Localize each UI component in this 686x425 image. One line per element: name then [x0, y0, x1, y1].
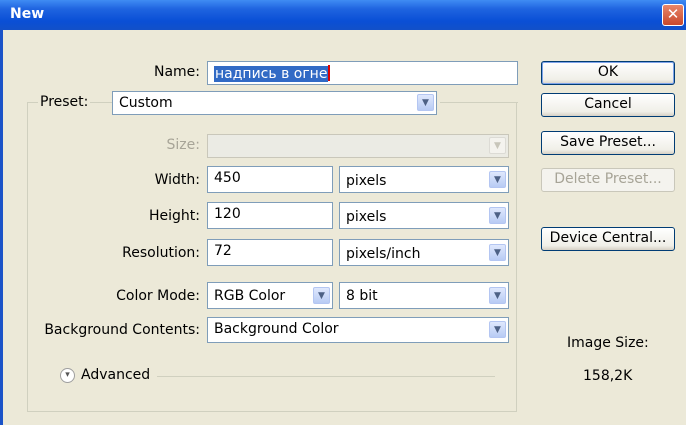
close-button[interactable]: ✕: [662, 4, 684, 26]
text-cursor: [328, 65, 331, 81]
size-select: ▼: [207, 134, 509, 158]
resolution-label: Resolution:: [122, 245, 200, 261]
device-central-button[interactable]: Device Central...: [541, 227, 675, 251]
width-unit: pixels: [346, 173, 387, 189]
color-mode-label: Color Mode:: [116, 288, 200, 304]
chevron-down-icon[interactable]: ▼: [489, 171, 506, 188]
name-input[interactable]: надпись в огне: [207, 61, 518, 85]
chevron-down-icon[interactable]: ▼: [489, 287, 506, 304]
image-size-value: 158,2K: [583, 368, 633, 384]
resolution-value: 72: [214, 243, 232, 259]
name-value: надпись в огне: [214, 66, 329, 82]
name-label: Name:: [153, 64, 200, 80]
size-label: Size:: [166, 137, 200, 153]
chevron-down-icon[interactable]: ▼: [417, 94, 434, 111]
height-value: 120: [214, 206, 241, 222]
bit-depth-value: 8 bit: [346, 288, 378, 304]
close-icon: ✕: [666, 5, 680, 23]
cancel-button[interactable]: Cancel: [541, 93, 675, 117]
width-label: Width:: [154, 172, 200, 188]
chevron-down-icon[interactable]: ▼: [313, 287, 330, 304]
title-bar: New ✕: [0, 0, 686, 30]
chevron-down-icon[interactable]: ▼: [489, 244, 506, 261]
height-unit: pixels: [346, 209, 387, 225]
chevron-down-icon: ▼: [489, 137, 506, 154]
preset-label-box: Preset:: [38, 94, 91, 112]
ok-button[interactable]: OK: [541, 61, 675, 85]
preset-value: Custom: [119, 95, 173, 111]
delete-preset-button: Delete Preset...: [541, 168, 675, 192]
preset-label: Preset:: [40, 94, 89, 110]
width-input[interactable]: 450: [207, 166, 333, 193]
chevron-down-icon[interactable]: ▼: [489, 207, 506, 224]
height-unit-select[interactable]: pixels ▼: [339, 202, 509, 229]
advanced-toggle-icon[interactable]: ▾: [60, 368, 75, 383]
image-size-label: Image Size:: [567, 335, 649, 351]
height-input[interactable]: 120: [207, 202, 333, 229]
group-top-border: [440, 102, 518, 103]
resolution-unit-select[interactable]: pixels/inch ▼: [339, 239, 509, 266]
color-mode-select[interactable]: RGB Color ▼: [207, 282, 333, 309]
advanced-label[interactable]: Advanced: [81, 367, 150, 383]
color-mode-value: RGB Color: [214, 288, 286, 304]
background-contents-label: Background Contents:: [44, 322, 200, 338]
width-value: 450: [214, 170, 241, 186]
resolution-unit: pixels/inch: [346, 246, 421, 262]
chevron-down-icon[interactable]: ▼: [489, 321, 506, 338]
advanced-divider: [157, 376, 495, 377]
background-contents-select[interactable]: Background Color ▼: [207, 317, 509, 343]
resolution-input[interactable]: 72: [207, 239, 333, 266]
width-unit-select[interactable]: pixels ▼: [339, 166, 509, 193]
save-preset-button[interactable]: Save Preset...: [541, 131, 675, 155]
window-title: New: [10, 6, 45, 22]
height-label: Height:: [149, 208, 200, 224]
preset-select[interactable]: Custom ▼: [112, 91, 437, 115]
background-contents-value: Background Color: [214, 321, 339, 337]
bit-depth-select[interactable]: 8 bit ▼: [339, 282, 509, 309]
